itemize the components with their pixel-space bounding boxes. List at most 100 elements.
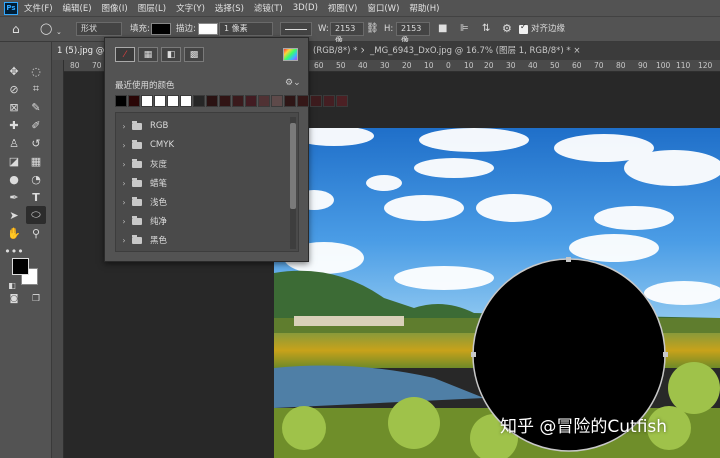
chevron-right-icon[interactable]: › (116, 217, 132, 226)
fill-color-swatch[interactable] (151, 23, 171, 35)
pattern-tab[interactable]: ▩ (184, 47, 204, 62)
menu-select[interactable]: 选择(S) (215, 2, 244, 14)
color-swatch[interactable] (154, 95, 166, 107)
chevron-right-icon[interactable]: › (116, 141, 132, 150)
chevron-right-icon[interactable]: › (116, 179, 132, 188)
anchor-point[interactable] (663, 352, 668, 357)
path-arrangement-icon[interactable]: ⇅ (482, 22, 490, 36)
chevron-right-icon[interactable]: › (116, 160, 132, 169)
menu-window[interactable]: 窗口(W) (367, 2, 399, 14)
gradient-tool-icon[interactable]: ▦ (26, 152, 46, 170)
menu-type[interactable]: 文字(Y) (176, 2, 205, 14)
menu-view[interactable]: 视图(V) (328, 2, 357, 14)
width-field[interactable]: 2153 像 (330, 22, 364, 45)
eraser-tool-icon[interactable]: ◪ (4, 152, 24, 170)
list-item-folder[interactable]: › 蜡笔 (116, 173, 288, 193)
scrollbar-thumb[interactable] (290, 123, 296, 209)
menu-layer[interactable]: 图层(L) (138, 2, 166, 14)
ruler-label: 110 (676, 61, 691, 70)
blur-tool-icon[interactable]: ● (4, 170, 24, 188)
anchor-point[interactable] (566, 257, 571, 262)
chevron-right-icon[interactable]: › (116, 198, 132, 207)
ellipse-tool-icon[interactable]: ⬭ (26, 206, 46, 224)
path-selection-tool-icon[interactable]: ➤ (4, 206, 24, 224)
mode-select[interactable]: 形状 (76, 22, 122, 36)
stroke-width-field[interactable]: 1 像素 (219, 22, 273, 36)
color-swatch[interactable] (297, 95, 309, 107)
menu-edit[interactable]: 编辑(E) (63, 2, 92, 14)
anchor-point[interactable] (471, 352, 476, 357)
screen-mode-icon[interactable]: ❐ (26, 290, 46, 308)
ellipse-tool-preset-icon[interactable]: ◯ (40, 22, 52, 36)
color-picker-icon[interactable] (283, 48, 298, 61)
color-swatch[interactable] (115, 95, 127, 107)
list-item-folder[interactable]: › RGB (116, 116, 288, 136)
color-swatch[interactable] (193, 95, 205, 107)
menu-help[interactable]: 帮助(H) (409, 2, 439, 14)
menu-image[interactable]: 图像(I) (102, 2, 128, 14)
home-icon[interactable]: ⌂ (12, 22, 20, 36)
link-icon[interactable]: ⛓ (366, 22, 379, 36)
zoom-tool-icon[interactable]: ⚲ (26, 224, 46, 242)
ruler-label: 50 (550, 61, 560, 70)
list-item-folder[interactable]: › 浅色 (116, 192, 288, 212)
color-swatch[interactable] (323, 95, 335, 107)
color-swatch[interactable] (271, 95, 283, 107)
color-swatch[interactable] (336, 95, 348, 107)
clone-stamp-tool-icon[interactable]: ♙ (4, 134, 24, 152)
color-swatch[interactable] (206, 95, 218, 107)
menu-filter[interactable]: 滤镜(T) (254, 2, 283, 14)
folder-icon (132, 177, 142, 187)
path-alignment-icon[interactable]: ⊫ (460, 22, 469, 36)
swatch-folders-list: › RGB › CMYK › 灰度 › 蜡笔 › 浅色 › 纯净 › 黑色 (115, 112, 299, 252)
tab-document-2[interactable]: (RGB/8*) * × (308, 42, 364, 60)
list-item-folder[interactable]: › 纯净 (116, 211, 288, 231)
chevron-right-icon[interactable]: › (116, 236, 132, 245)
list-item-folder[interactable]: › 灰度 (116, 154, 288, 174)
move-tool-icon[interactable]: ✥ (4, 62, 24, 80)
tab-document-1[interactable]: 1 (5).jpg @ 1 (52, 42, 106, 60)
color-swatch[interactable] (245, 95, 257, 107)
foreground-color-swatch[interactable] (12, 258, 29, 275)
healing-brush-tool-icon[interactable]: ✚ (4, 116, 24, 134)
chevron-down-icon[interactable]: ⌄ (56, 25, 62, 39)
gear-icon[interactable]: ⚙⌄ (285, 78, 301, 88)
gear-icon[interactable]: ⚙ (502, 22, 512, 36)
color-swatch[interactable] (258, 95, 270, 107)
type-tool-icon[interactable]: T (26, 188, 46, 206)
color-swatch[interactable] (284, 95, 296, 107)
menu-file[interactable]: 文件(F) (24, 2, 53, 14)
pen-tool-icon[interactable]: ✒ (4, 188, 24, 206)
align-edges-checkbox[interactable] (519, 22, 528, 34)
height-field[interactable]: 2153 像 (396, 22, 430, 45)
quick-selection-tool-icon[interactable]: ⊘ (4, 80, 24, 98)
color-swatch[interactable] (128, 95, 140, 107)
eyedropper-tool-icon[interactable]: ✎ (26, 98, 46, 116)
color-swatch[interactable] (167, 95, 179, 107)
tab-document-3[interactable]: _MG_6943_DxO.jpg @ 16.7% (图层 1, RGB/8*) … (365, 42, 665, 60)
stroke-color-swatch[interactable] (198, 23, 218, 35)
gradient-tab[interactable]: ◧ (161, 47, 181, 62)
crop-tool-icon[interactable]: ⌗ (26, 80, 46, 98)
hand-tool-icon[interactable]: ✋ (4, 224, 24, 242)
scrollbar[interactable] (290, 117, 296, 249)
color-swatch[interactable] (219, 95, 231, 107)
color-swatch[interactable] (141, 95, 153, 107)
menu-3d[interactable]: 3D(D) (293, 3, 318, 13)
quick-mask-icon[interactable]: ◙ (4, 290, 24, 308)
chevron-right-icon[interactable]: › (116, 122, 132, 131)
stroke-type-select[interactable] (280, 22, 312, 36)
frame-tool-icon[interactable]: ⊠ (4, 98, 24, 116)
dodge-tool-icon[interactable]: ◔ (26, 170, 46, 188)
history-brush-tool-icon[interactable]: ↺ (26, 134, 46, 152)
color-swatch[interactable] (232, 95, 244, 107)
ellipse-marquee-tool-icon[interactable]: ◌ (26, 62, 46, 80)
color-swatch[interactable] (180, 95, 192, 107)
no-color-tab[interactable]: ⁄ (115, 47, 135, 62)
color-swatch[interactable] (310, 95, 322, 107)
path-operations-icon[interactable]: ■ (438, 22, 447, 36)
solid-color-tab[interactable]: ▦ (138, 47, 158, 62)
list-item-folder[interactable]: › CMYK (116, 135, 288, 155)
brush-tool-icon[interactable]: ✐ (26, 116, 46, 134)
list-item-folder[interactable]: › 黑色 (116, 230, 288, 250)
